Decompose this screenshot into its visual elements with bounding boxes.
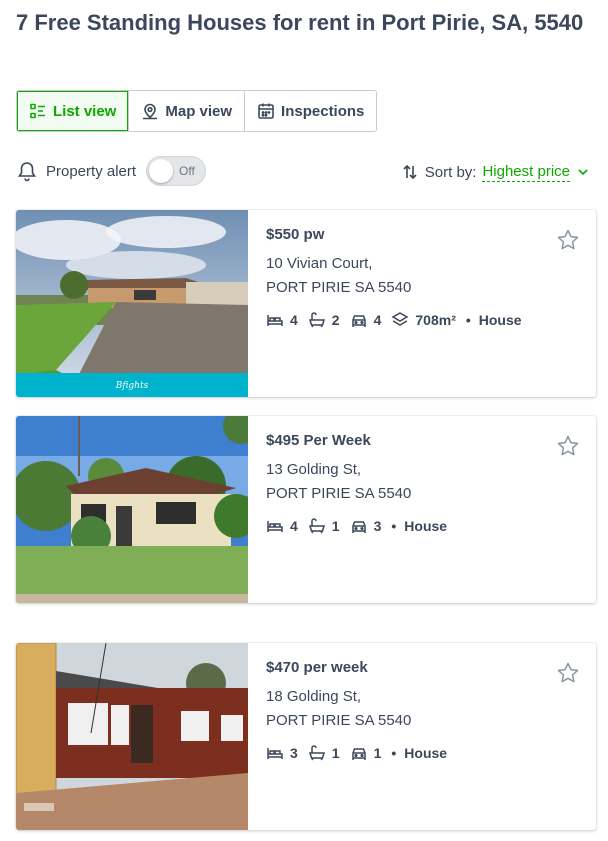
parking-feature: 1 — [350, 744, 382, 762]
baths-count: 2 — [331, 312, 340, 328]
tab-inspections-label: Inspections — [281, 102, 365, 120]
listing-address-line2[interactable]: PORT PIRIE SA 5540 — [266, 279, 411, 296]
bed-icon — [267, 748, 283, 759]
baths-feature: 1 — [308, 517, 340, 535]
toggle-state-label: Off — [179, 164, 195, 178]
listing-details: $550 pw 10 Vivian Court, PORT PIRIE SA 5… — [266, 210, 596, 397]
listing-address-line1[interactable]: 13 Golding St, — [266, 461, 361, 478]
beds-feature: 4 — [266, 311, 298, 329]
parking-count: 4 — [373, 312, 382, 328]
listing-address-line1[interactable]: 10 Vivian Court, — [266, 255, 372, 272]
listing-features: 4 2 4 708m² • House — [266, 311, 522, 329]
beds-count: 4 — [290, 518, 298, 534]
baths-feature: 1 — [308, 744, 340, 762]
baths-count: 1 — [331, 745, 340, 761]
land-size-value: 708m² — [415, 312, 456, 328]
beds-count: 3 — [290, 745, 298, 761]
listing-details: $495 Per Week 13 Golding St, PORT PIRIE … — [266, 416, 596, 603]
land-size-feature: 708m² — [391, 311, 456, 329]
listing-card[interactable]: $470 per week 18 Golding St, PORT PIRIE … — [16, 643, 596, 830]
sort-arrows-icon — [403, 164, 417, 180]
listing-address-line2[interactable]: PORT PIRIE SA 5540 — [266, 485, 411, 502]
listing-details: $470 per week 18 Golding St, PORT PIRIE … — [266, 643, 596, 830]
sort-control[interactable]: Sort by: Highest price — [401, 157, 590, 187]
land-size-icon — [391, 312, 409, 326]
toggle-knob — [149, 159, 174, 183]
beds-feature: 3 — [266, 744, 298, 762]
favourite-button[interactable] — [556, 434, 580, 458]
car-icon — [351, 748, 366, 760]
star-icon — [557, 229, 579, 250]
agency-watermark: Bfights — [115, 381, 149, 391]
car-icon — [351, 315, 366, 327]
listing-card[interactable]: Bfights $550 pw 10 Vivian Court, PORT PI… — [16, 210, 596, 397]
bed-icon — [267, 315, 283, 326]
listing-price[interactable]: $550 pw — [266, 226, 324, 243]
favourite-button[interactable] — [556, 661, 580, 685]
chevron-down-icon — [576, 165, 590, 179]
separator-dot: • — [391, 518, 397, 534]
sort-label: Sort by: — [424, 163, 477, 181]
bath-icon — [308, 312, 325, 328]
view-tabs: List view Map view Inspections — [16, 90, 378, 132]
listing-photo[interactable]: Bfights — [16, 210, 248, 397]
beds-feature: 4 — [266, 517, 298, 535]
bath-icon — [308, 518, 325, 534]
parking-feature: 3 — [350, 517, 382, 535]
tab-map-view-label: Map view — [165, 102, 233, 120]
calendar-icon — [258, 103, 274, 119]
map-pin-icon — [143, 103, 158, 120]
property-alert-toggle[interactable]: Off — [146, 156, 207, 186]
listing-photo[interactable] — [16, 643, 248, 830]
bell-icon — [16, 160, 38, 182]
bed-icon — [267, 521, 283, 532]
parking-count: 3 — [373, 518, 382, 534]
property-type: House — [404, 518, 448, 534]
tab-list-view-label: List view — [53, 102, 117, 120]
separator-dot: • — [465, 312, 471, 328]
tab-map-view[interactable]: Map view — [128, 91, 245, 131]
list-icon — [30, 103, 45, 119]
tab-inspections[interactable]: Inspections — [244, 91, 377, 131]
separator-dot: • — [391, 745, 397, 761]
bath-icon — [308, 745, 325, 761]
property-type: House — [404, 745, 448, 761]
baths-count: 1 — [331, 518, 340, 534]
listing-price[interactable]: $495 Per Week — [266, 432, 371, 449]
property-type: House — [478, 312, 522, 328]
parking-count: 1 — [373, 745, 382, 761]
listing-photo[interactable] — [16, 416, 248, 603]
property-alert: Property alert Off — [16, 156, 207, 186]
listing-features: 3 1 1 • House — [266, 744, 447, 762]
beds-count: 4 — [290, 312, 298, 328]
baths-feature: 2 — [308, 311, 340, 329]
favourite-button[interactable] — [556, 228, 580, 252]
listing-card[interactable]: $495 Per Week 13 Golding St, PORT PIRIE … — [16, 416, 596, 603]
sort-value[interactable]: Highest price — [482, 163, 570, 182]
listing-address-line1[interactable]: 18 Golding St, — [266, 688, 361, 705]
car-icon — [351, 521, 366, 533]
star-icon — [557, 662, 579, 683]
listing-address-line2[interactable]: PORT PIRIE SA 5540 — [266, 712, 411, 729]
star-icon — [557, 435, 579, 456]
parking-feature: 4 — [350, 311, 382, 329]
listing-features: 4 1 3 • House — [266, 517, 447, 535]
page-title: 7 Free Standing Houses for rent in Port … — [16, 10, 584, 35]
tab-list-view[interactable]: List view — [17, 91, 129, 131]
property-alert-label: Property alert — [46, 162, 137, 180]
listing-price[interactable]: $470 per week — [266, 659, 368, 676]
